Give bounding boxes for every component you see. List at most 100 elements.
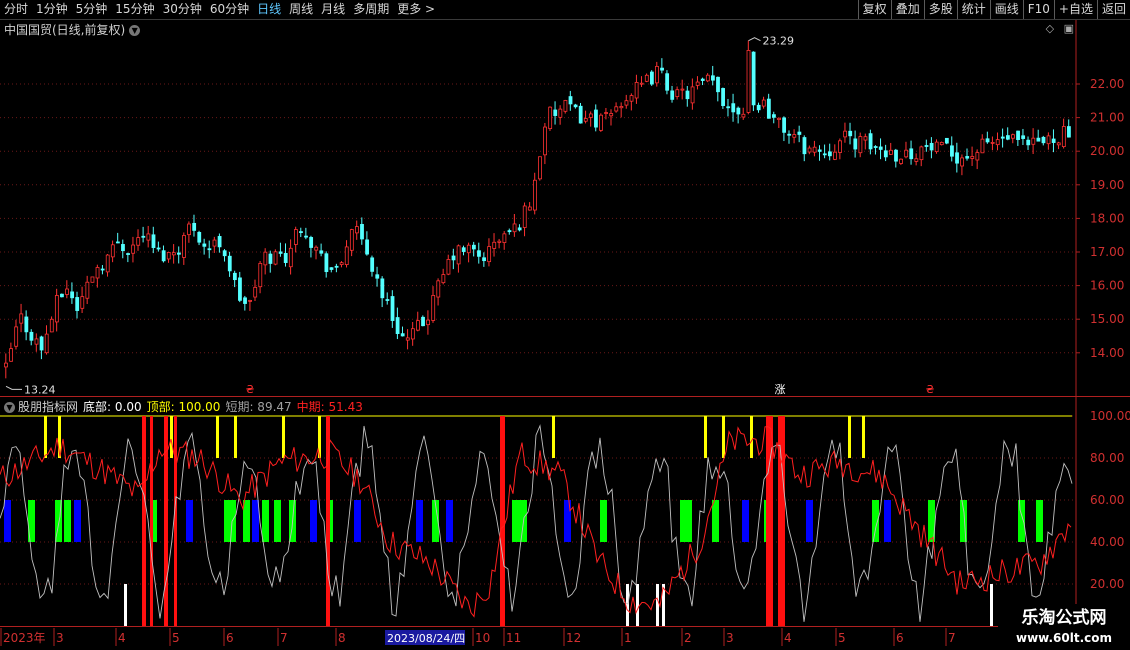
stock-title-label: 中国国贸(日线,前复权) xyxy=(4,23,126,37)
price-tick-label: 16.00 xyxy=(1090,279,1124,293)
candle-body xyxy=(497,240,502,243)
candle-body xyxy=(843,130,848,138)
candle-body xyxy=(70,291,75,299)
candle-body xyxy=(29,331,34,341)
green-signal-bar xyxy=(262,500,269,542)
candle-body xyxy=(792,134,797,138)
candle-body xyxy=(695,81,700,86)
top-value: 顶部: 100.00 xyxy=(146,400,221,414)
candle-body xyxy=(868,133,873,150)
candle-body xyxy=(812,146,817,153)
candle-body xyxy=(268,253,273,264)
blue-signal-bar xyxy=(74,500,81,542)
candle-body xyxy=(309,237,314,248)
green-signal-bar xyxy=(243,500,250,542)
candle-body xyxy=(456,245,461,265)
candle-body xyxy=(700,78,705,81)
x-axis-label: 6 xyxy=(896,631,904,645)
candle-body xyxy=(166,252,171,260)
diamond-icon[interactable]: ◇ xyxy=(1046,22,1054,35)
candle-body xyxy=(782,117,787,133)
chevron-down-icon[interactable]: ▼ xyxy=(4,402,15,413)
candle-body xyxy=(568,96,573,105)
candle-body xyxy=(253,286,258,298)
green-signal-bar xyxy=(600,500,607,542)
indicator-tick-label: 60.00 xyxy=(1090,493,1124,507)
panel-toggle-icon[interactable]: ▣ xyxy=(1064,22,1074,35)
blue-signal-bar xyxy=(4,500,11,542)
candle-body xyxy=(161,250,166,262)
candle-body xyxy=(756,104,761,111)
candle-body xyxy=(807,147,812,153)
watermark: 乐淘公式网 www.60lt.com xyxy=(998,604,1130,650)
candle-body xyxy=(929,142,934,151)
price-tick-label: 14.00 xyxy=(1090,346,1124,360)
candle-body xyxy=(655,66,659,84)
candle-body xyxy=(202,243,207,247)
indicator-tick-label: 80.00 xyxy=(1090,451,1124,465)
watermark-url: www.60lt.com xyxy=(1015,631,1113,645)
candle-body xyxy=(446,259,451,275)
stock-chart[interactable]: 22.00 21.00 20.00 19.00 18.00 17.00 16.00 15.00… xyxy=(0,0,1130,650)
indicator-tick-label: 20.00 xyxy=(1090,577,1124,591)
candle-body xyxy=(705,74,710,82)
green-signal-bar xyxy=(680,500,692,542)
candle-body xyxy=(827,151,832,157)
top-signal-spike xyxy=(170,416,173,458)
candle-body xyxy=(822,153,827,156)
candle-body xyxy=(883,150,888,158)
price-tick-label: 15.00 xyxy=(1090,312,1124,326)
red-signal-bar xyxy=(164,416,168,626)
candle-body xyxy=(121,244,125,252)
candle-body xyxy=(873,146,878,148)
candle-body xyxy=(512,223,517,233)
candle-body xyxy=(370,257,375,272)
candle-body xyxy=(238,277,242,301)
candle-body xyxy=(177,252,181,255)
candle-body xyxy=(461,247,466,252)
candle-body xyxy=(131,244,136,254)
candle-body xyxy=(583,118,588,122)
candle-body xyxy=(126,253,130,255)
candle-body xyxy=(141,235,146,238)
candle-body xyxy=(482,257,486,262)
candle-body xyxy=(314,246,319,251)
candle-body xyxy=(431,295,436,321)
candle-body xyxy=(944,137,949,144)
candle-body xyxy=(599,114,603,131)
candle-body xyxy=(1061,126,1066,147)
red-signal-bar xyxy=(150,416,153,626)
candle-body xyxy=(258,262,263,288)
candle-body xyxy=(80,296,85,309)
candle-body xyxy=(24,316,29,333)
candle-body xyxy=(909,148,914,160)
candle-body xyxy=(553,109,558,116)
candle-body xyxy=(192,222,197,231)
candle-body xyxy=(4,362,8,368)
watermark-title: 乐淘公式网 xyxy=(1021,608,1107,628)
top-signal-spike xyxy=(704,416,707,458)
candle-body xyxy=(975,152,980,161)
x-axis-label: 11 xyxy=(506,631,521,645)
candle-body xyxy=(629,95,634,102)
candle-body xyxy=(227,255,232,272)
candle-body xyxy=(777,117,781,120)
candle-body xyxy=(283,252,288,264)
candle-body xyxy=(639,82,644,85)
top-signal-spike xyxy=(552,416,555,458)
candle-body xyxy=(151,234,156,248)
candle-body xyxy=(960,157,965,167)
chevron-down-icon[interactable]: ▼ xyxy=(129,25,141,36)
top-signal-spike xyxy=(44,416,47,458)
candle-body xyxy=(527,206,532,211)
candle-body xyxy=(263,251,268,266)
candle-body xyxy=(60,293,64,298)
candle-body xyxy=(288,247,293,268)
candle-body xyxy=(965,156,970,159)
candle-body xyxy=(410,328,415,340)
signal-marker: 涨 xyxy=(775,383,786,396)
candle-body xyxy=(950,145,954,157)
candles-group xyxy=(4,40,1071,379)
candle-body xyxy=(54,295,59,323)
candle-body xyxy=(634,81,639,99)
